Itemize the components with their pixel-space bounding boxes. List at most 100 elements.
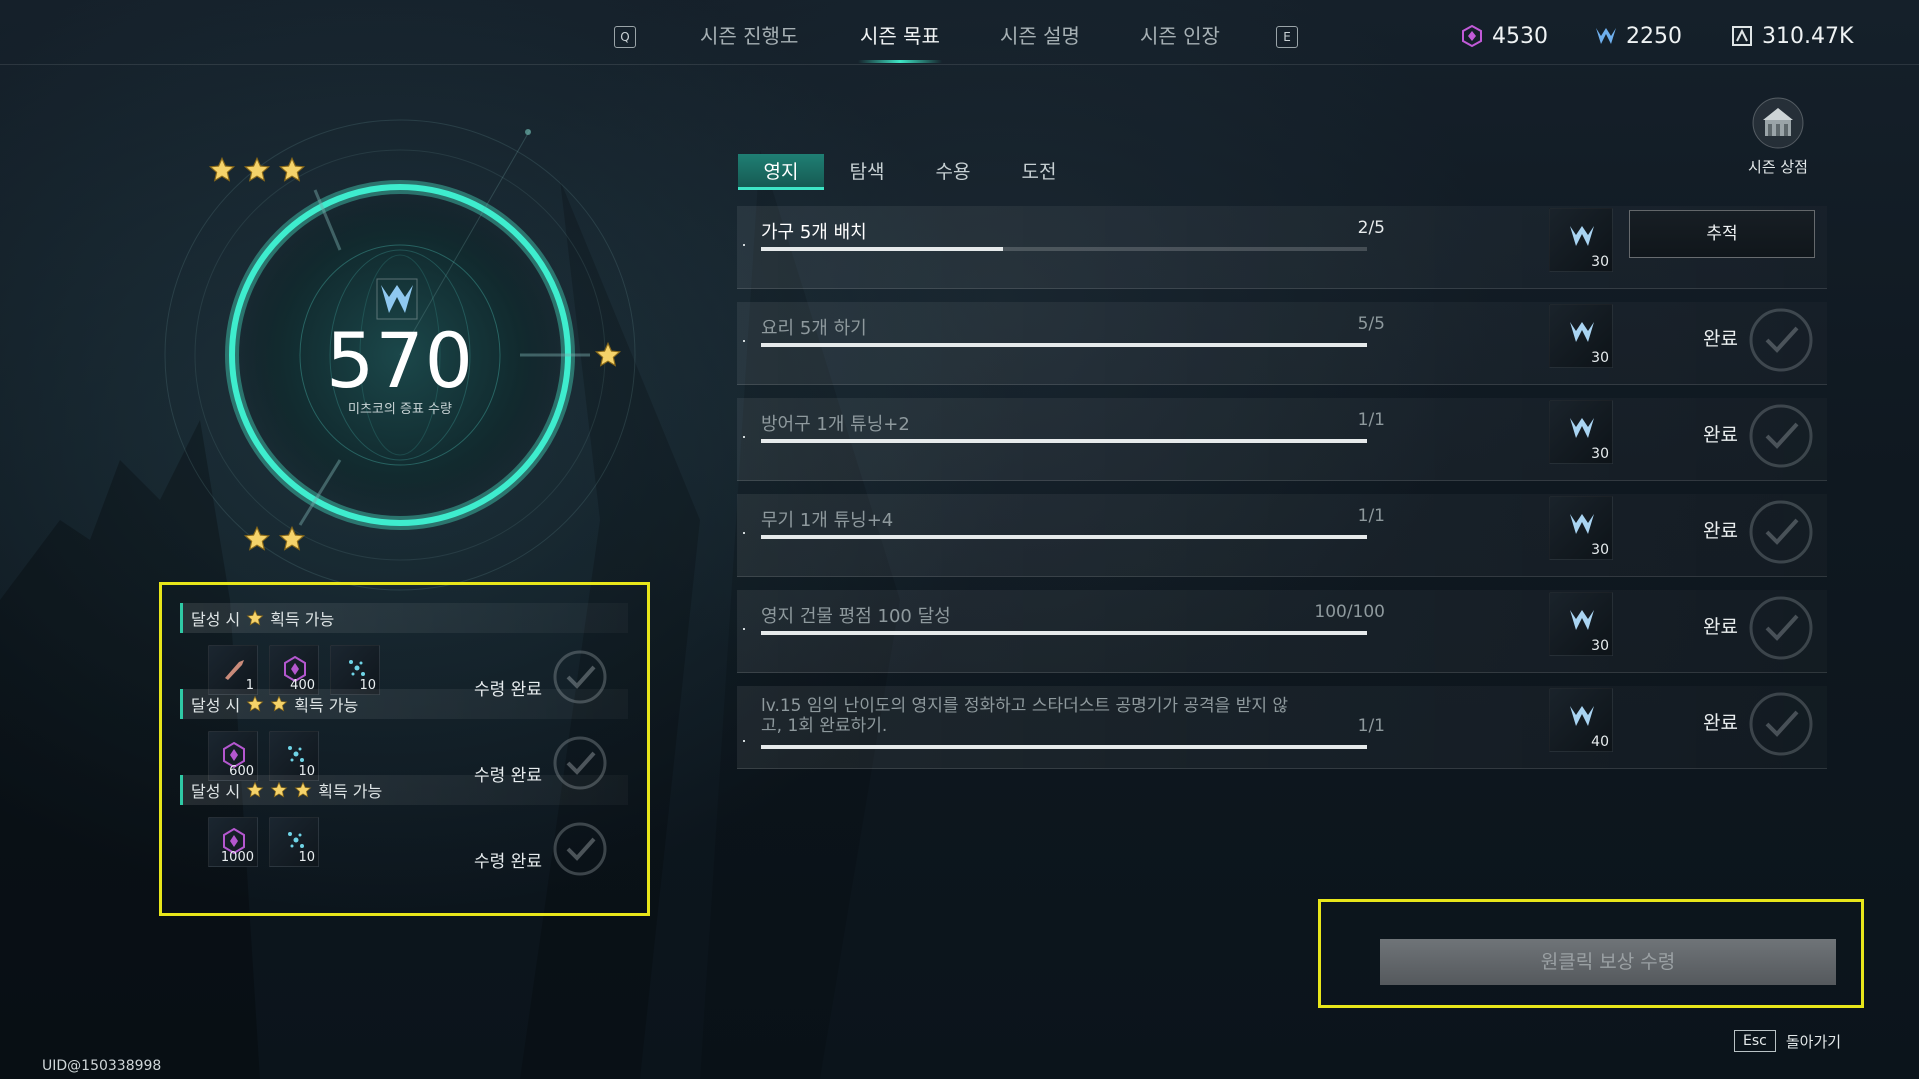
star-rewards-panel: 달성 시 획득 가능 1 400 10 수령 완료 달성 시 bbox=[159, 582, 650, 916]
currency-crystal: 4530 bbox=[1460, 22, 1548, 50]
claimed-status: 수령 완료 bbox=[474, 852, 542, 872]
tab-season-progress[interactable]: 시즌 진행도 bbox=[700, 20, 798, 49]
tab-season-goals[interactable]: 시즌 목표 bbox=[860, 20, 940, 49]
reward-qty: 30 bbox=[1591, 542, 1609, 558]
token-icon bbox=[1732, 26, 1752, 46]
mission-count: 1/1 bbox=[1357, 506, 1385, 526]
three-star-marker bbox=[208, 156, 306, 184]
one-star-marker bbox=[594, 341, 622, 369]
mission-category-tabs: 영지 탐색 수용 도전 bbox=[738, 154, 1082, 190]
reward-qty: 30 bbox=[1591, 638, 1609, 654]
completed-label: 완료 bbox=[1703, 424, 1738, 446]
tab-season-seal[interactable]: 시즌 인장 bbox=[1140, 20, 1220, 49]
mission-progress-fill bbox=[761, 439, 1367, 443]
reward-item[interactable]: 400 bbox=[269, 645, 319, 695]
subtab-challenge[interactable]: 도전 bbox=[996, 154, 1082, 190]
mission-count: 1/1 bbox=[1357, 410, 1385, 430]
shop-building-icon bbox=[1752, 97, 1804, 149]
mission-row: 영지 건물 평점 100 달성 100/100 30 완료 bbox=[737, 590, 1827, 673]
tier-items: 1000 10 bbox=[208, 817, 319, 867]
subtab-accommodate[interactable]: 수용 bbox=[910, 154, 996, 190]
next-tab-key[interactable]: E bbox=[1276, 26, 1298, 48]
tier-prefix: 달성 시 bbox=[191, 610, 241, 629]
mission-row: 방어구 1개 튜닝+2 1/1 30 완료 bbox=[737, 398, 1827, 481]
reward-qty: 40 bbox=[1591, 734, 1609, 750]
reward-item[interactable]: 1000 bbox=[208, 817, 258, 867]
reward-tier-2: 달성 시 획득 가능 600 10 수령 완료 bbox=[180, 689, 628, 790]
star-icon bbox=[246, 781, 264, 798]
check-icon bbox=[1749, 500, 1813, 564]
season-emblem-icon bbox=[1570, 322, 1594, 342]
reward-tier-1: 달성 시 획득 가능 1 400 10 수령 완료 bbox=[180, 603, 628, 704]
mission-progress-bar bbox=[761, 631, 1367, 635]
tier-items: 600 10 bbox=[208, 731, 319, 781]
mission-reward[interactable]: 30 bbox=[1549, 400, 1613, 464]
back-hint[interactable]: Esc 돌아가기 bbox=[1734, 1030, 1841, 1052]
season-emblem-icon bbox=[1596, 28, 1616, 44]
star-icon bbox=[246, 609, 264, 626]
mission-reward[interactable]: 40 bbox=[1549, 688, 1613, 752]
mission-row: 가구 5개 배치 2/5 30 추적 bbox=[737, 206, 1827, 289]
score-value: 570 bbox=[325, 316, 475, 405]
mission-title: 방어구 1개 튜닝+2 bbox=[761, 414, 910, 435]
mission-progress-bar bbox=[761, 343, 1367, 347]
bullet-icon bbox=[225, 660, 244, 680]
star-icon bbox=[278, 156, 306, 182]
reward-item[interactable]: 10 bbox=[269, 731, 319, 781]
season-emblem-icon bbox=[376, 278, 418, 320]
prev-tab-key[interactable]: Q bbox=[614, 26, 636, 48]
item-qty: 10 bbox=[298, 850, 315, 865]
mission-title: 가구 5개 배치 bbox=[761, 222, 867, 243]
tier-suffix: 획득 가능 bbox=[318, 782, 383, 801]
check-icon bbox=[1749, 596, 1813, 660]
claim-all-button[interactable]: 원클릭 보상 수령 bbox=[1380, 939, 1836, 985]
mission-count: 1/1 bbox=[1357, 716, 1385, 736]
reward-item[interactable]: 1 bbox=[208, 645, 258, 695]
token-amount: 310.47K bbox=[1762, 23, 1854, 49]
season-shop-label: 시즌 상점 bbox=[1748, 158, 1808, 176]
reward-item[interactable]: 600 bbox=[208, 731, 258, 781]
reward-qty: 30 bbox=[1591, 446, 1609, 462]
reward-item[interactable]: 10 bbox=[269, 817, 319, 867]
mission-reward[interactable]: 30 bbox=[1549, 304, 1613, 368]
mission-row: 요리 5개 하기 5/5 30 완료 bbox=[737, 302, 1827, 385]
crystal-amount: 4530 bbox=[1492, 23, 1548, 49]
subtab-explore[interactable]: 탐색 bbox=[824, 154, 910, 190]
mission-progress-bar bbox=[761, 439, 1367, 443]
mission-count: 2/5 bbox=[1357, 218, 1385, 238]
reward-item[interactable]: 10 bbox=[330, 645, 380, 695]
reward-tier-3: 달성 시 획득 가능 1000 10 수령 완료 bbox=[180, 775, 628, 876]
mission-reward[interactable]: 30 bbox=[1549, 496, 1613, 560]
row-marker bbox=[743, 740, 745, 742]
tier-prefix: 달성 시 bbox=[191, 782, 241, 801]
tier-items: 1 400 10 bbox=[208, 645, 380, 695]
mission-reward[interactable]: 30 bbox=[1549, 592, 1613, 656]
check-icon bbox=[553, 822, 607, 876]
season-shop-button[interactable]: 시즌 상점 bbox=[1740, 96, 1816, 177]
mission-progress-fill bbox=[761, 745, 1367, 749]
tier-suffix: 획득 가능 bbox=[294, 696, 359, 715]
crystal-icon bbox=[1462, 24, 1482, 48]
row-marker bbox=[743, 532, 745, 534]
mission-title: lv.15 임의 난이도의 영지를 정화하고 스타더스트 공명기가 공격을 받지… bbox=[761, 696, 1288, 736]
emblem-amount: 2250 bbox=[1626, 23, 1682, 49]
star-icon bbox=[278, 525, 306, 551]
track-button[interactable]: 추적 bbox=[1629, 210, 1815, 258]
mission-progress-fill bbox=[761, 631, 1367, 635]
score-label: 미츠코의 증표 수량 bbox=[348, 402, 452, 417]
two-star-marker bbox=[243, 525, 306, 553]
subtab-territory[interactable]: 영지 bbox=[738, 154, 824, 190]
back-label: 돌아가기 bbox=[1785, 1032, 1842, 1051]
star-icon bbox=[243, 525, 271, 551]
tab-season-description[interactable]: 시즌 설명 bbox=[1000, 20, 1080, 49]
currency-emblem: 2250 bbox=[1594, 22, 1682, 50]
mission-progress-bar bbox=[761, 535, 1367, 539]
mission-reward[interactable]: 30 bbox=[1549, 208, 1613, 272]
esc-key[interactable]: Esc bbox=[1734, 1030, 1776, 1052]
star-icon bbox=[246, 695, 264, 712]
mission-title: 영지 건물 평점 100 달성 bbox=[761, 606, 951, 627]
star-icon bbox=[294, 781, 312, 798]
tier-header: 달성 시 획득 가능 bbox=[180, 775, 628, 805]
completed-label: 완료 bbox=[1703, 520, 1738, 542]
check-icon bbox=[1749, 692, 1813, 756]
